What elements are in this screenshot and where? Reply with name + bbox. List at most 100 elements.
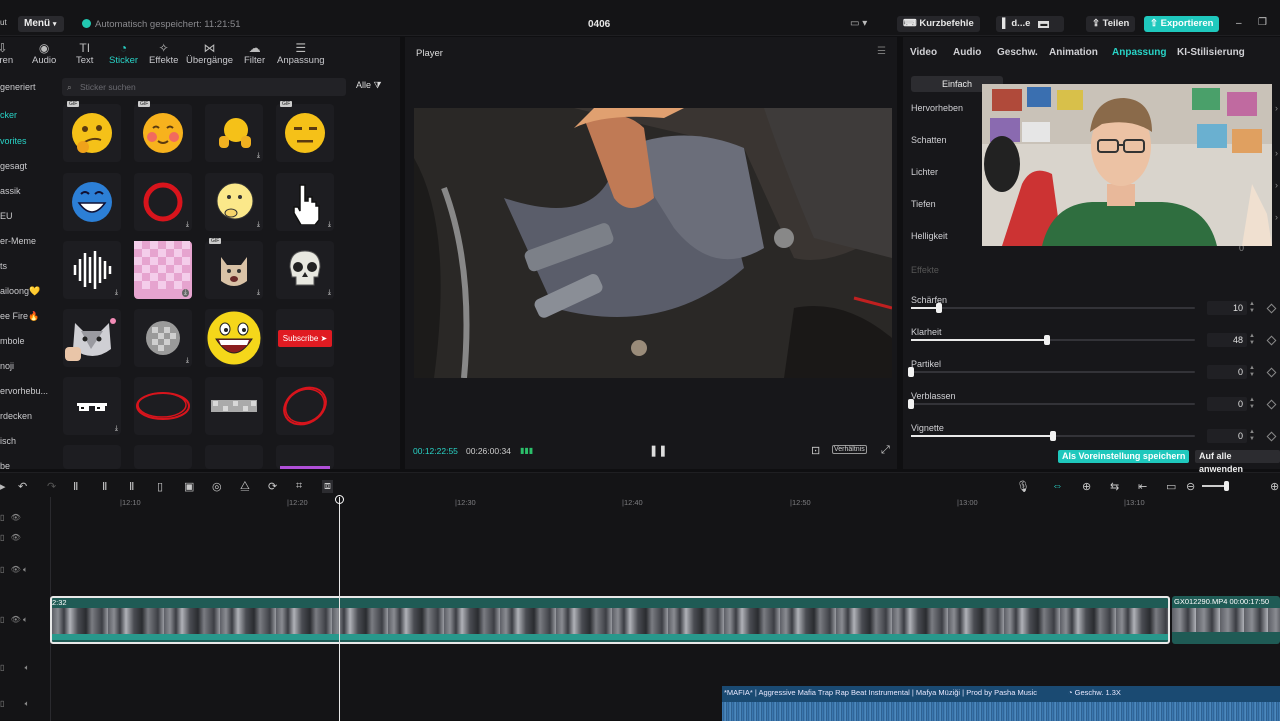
share-button[interactable]: ⇪ Teilen <box>1086 16 1136 32</box>
fullscreen-icon[interactable]: ⤢ <box>881 444 890 457</box>
sticker-blur-bar[interactable] <box>205 377 263 435</box>
shortcuts-button[interactable]: ⌨ Kurzbefehle <box>897 16 980 32</box>
slider-knob[interactable] <box>1044 335 1051 345</box>
minimize-icon[interactable]: – <box>1236 18 1242 29</box>
filter-all-button[interactable]: Alle ⧩ <box>356 80 382 91</box>
sticker-thinking-emoji[interactable]: GIF <box>63 101 121 162</box>
stepper-icon[interactable]: ▲ ▼ <box>1249 333 1255 347</box>
sticker-neutral-face-emoji[interactable]: GIF <box>276 101 334 162</box>
sticker-laughing-emoji[interactable] <box>63 173 121 231</box>
microphone-icon[interactable]: 🎙︎ <box>1016 480 1030 493</box>
slider-knob[interactable] <box>908 399 914 409</box>
sticker-partial[interactable] <box>134 445 192 469</box>
sticker-epic-face[interactable] <box>205 309 263 367</box>
sticker-pointer-hand[interactable]: ⤓ <box>276 173 334 231</box>
lock-icon[interactable]: ▯ <box>0 663 4 672</box>
tab-animation[interactable]: Animation <box>1049 47 1098 58</box>
split-icon[interactable]: Ⅱ <box>73 480 78 493</box>
sticker-red-scribble-circle[interactable] <box>276 377 334 435</box>
lock-icon[interactable]: ▯ <box>0 565 4 574</box>
category-item[interactable]: EU <box>0 211 13 221</box>
category-item[interactable]: gesagt <box>0 161 27 171</box>
video-preview[interactable] <box>414 108 892 378</box>
stepper-icon[interactable]: ▲ ▼ <box>1249 301 1255 315</box>
zoom-slider[interactable] <box>1202 481 1229 491</box>
player-menu-icon[interactable]: ☰ <box>877 46 886 57</box>
sticker-search-input[interactable]: ⌕ Sticker suchen <box>62 78 346 96</box>
tab-transitions[interactable]: ⋈ Übergänge <box>186 41 233 66</box>
sticker-blushing-emoji[interactable]: GIF <box>134 101 192 162</box>
lock-icon[interactable]: ▯ <box>0 533 4 542</box>
param-slider[interactable] <box>911 431 1195 441</box>
tab-filter[interactable]: ☁ Filter <box>244 41 265 66</box>
eye-icon[interactable]: 👁︎ <box>11 533 21 542</box>
delete-icon[interactable]: ▯ <box>157 480 163 493</box>
sticker-partial[interactable] <box>276 445 334 469</box>
sticker-partial[interactable] <box>63 445 121 469</box>
category-item[interactable]: assik <box>0 186 21 196</box>
sticker-partial[interactable] <box>205 445 263 469</box>
caption-icon[interactable]: ▭ <box>1166 480 1176 493</box>
aspect-ratio-button[interactable]: Verhältnis <box>832 445 867 454</box>
eye-icon[interactable]: 👁︎ <box>11 565 21 574</box>
speaker-icon[interactable]: 🔈︎ <box>23 565 28 574</box>
speaker-icon[interactable]: 🔈︎ <box>25 699 30 708</box>
keyframe-icon[interactable] <box>1266 367 1277 378</box>
param-value-input[interactable]: 0 <box>1207 365 1247 379</box>
category-item-favorites[interactable]: vorites <box>0 136 27 146</box>
category-item[interactable]: ee Fire🔥 <box>0 311 39 322</box>
tab-audio[interactable]: ◉ Audio <box>32 41 56 66</box>
video-clip-next[interactable]: GX012290.MP4 00:00:17:50 <box>1172 596 1280 644</box>
param-slider[interactable] <box>908 367 1195 377</box>
export-button[interactable]: ⇧ Exportieren <box>1144 16 1220 32</box>
slider-knob[interactable] <box>936 303 943 313</box>
eye-icon[interactable]: 👁︎ <box>11 615 21 624</box>
zoom-slider-knob[interactable] <box>1224 481 1229 491</box>
lock-icon[interactable]: ▯ <box>0 699 4 708</box>
slider-knob[interactable] <box>1050 431 1056 441</box>
category-item[interactable]: be <box>0 461 10 471</box>
video-clip-selected[interactable]: 2:32 <box>50 596 1170 644</box>
tab-ai-stylize[interactable]: KI-Stilisierung <box>1177 47 1245 58</box>
sticker-skull[interactable]: ⤓ <box>276 241 334 299</box>
sticker-red-ring[interactable]: ⤓ <box>134 173 192 231</box>
param-value-input[interactable]: 10 <box>1207 301 1247 315</box>
tab-import[interactable]: ⇩ieren <box>0 41 13 66</box>
stepper-icon[interactable]: ▲ ▼ <box>1249 365 1255 379</box>
param-value-input[interactable]: 48 <box>1207 333 1247 347</box>
tab-speed[interactable]: Geschw. <box>997 47 1038 58</box>
user-button[interactable]: ▌ d...e ▬ <box>996 16 1064 32</box>
sticker-pink-checker[interactable]: ⤓ <box>134 241 192 299</box>
speaker-icon[interactable]: 🔈︎ <box>23 615 28 624</box>
audio-clip[interactable]: *MAFIA* | Aggressive Mafia Trap Rap Beat… <box>722 686 1280 721</box>
category-item[interactable]: ailoong💛 <box>0 286 40 297</box>
sticker-thumbs-up-emoji[interactable]: ⤓ <box>205 104 263 162</box>
category-item[interactable]: noji <box>0 361 14 371</box>
sticker-pixel-blur[interactable]: ⤓ <box>134 309 192 367</box>
tab-adjust[interactable]: ☰ Anpassung <box>277 41 325 66</box>
undo-icon[interactable]: ↶ <box>18 480 27 493</box>
ai-tool-icon[interactable]: ⧈ <box>322 480 333 493</box>
tab-text[interactable]: TI Text <box>76 41 93 66</box>
crop-icon[interactable]: ⌗ <box>296 480 302 493</box>
sticker-pixel-sunglasses[interactable]: ⤓ <box>63 377 121 435</box>
speaker-icon[interactable]: 🔈︎ <box>25 663 30 672</box>
snap-icon[interactable]: ⇤ <box>1138 480 1147 493</box>
category-item[interactable]: isch <box>0 436 16 446</box>
keyframe-icon[interactable] <box>1266 335 1277 346</box>
link-icon[interactable]: ⊕ <box>1082 480 1091 493</box>
param-slider[interactable] <box>911 335 1195 345</box>
sticker-pondering-emoji[interactable]: ⤓ <box>205 173 263 231</box>
keyframe-icon[interactable] <box>1266 303 1277 314</box>
redo-icon[interactable]: ↷ <box>47 480 56 493</box>
param-slider[interactable] <box>908 399 1195 409</box>
zoom-out-icon[interactable]: ⊖ <box>1186 480 1195 493</box>
keyframe-icon[interactable] <box>1266 399 1277 410</box>
param-value-input[interactable]: 0 <box>1207 397 1247 411</box>
layout-icon[interactable]: ▭ ▾ <box>850 18 867 29</box>
playhead-handle[interactable] <box>335 495 344 504</box>
menu-button[interactable]: Menü ▾ <box>18 16 64 32</box>
sticker-cat-meme[interactable] <box>63 309 121 367</box>
stepper-icon[interactable]: ▲ ▼ <box>1249 397 1255 411</box>
eye-icon[interactable]: 👁︎ <box>11 513 21 522</box>
